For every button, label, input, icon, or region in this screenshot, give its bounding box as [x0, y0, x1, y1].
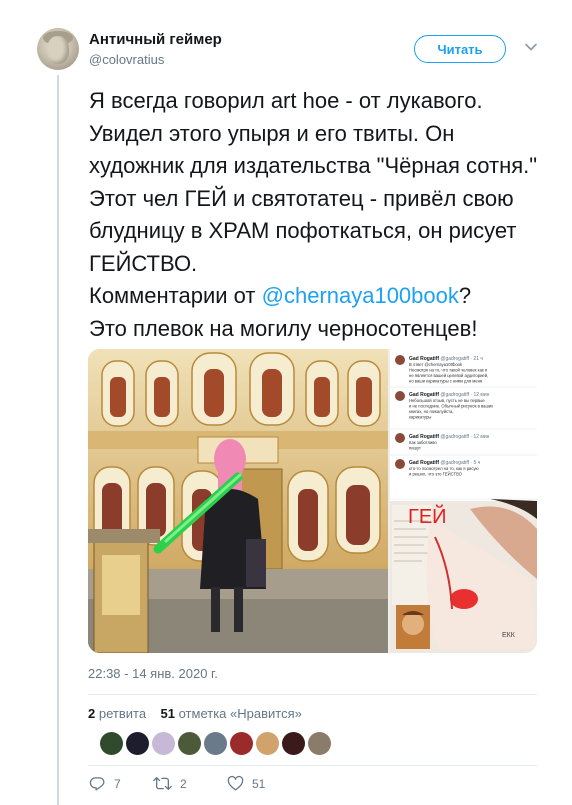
liker-avatar[interactable] — [152, 732, 175, 755]
like-label[interactable]: отметка «Нравится» — [179, 706, 302, 721]
chevron-down-icon[interactable] — [524, 40, 538, 54]
divider — [88, 765, 537, 766]
screenshot-tweet-line: кто-то посмотрел на то, как я рисую — [409, 466, 479, 471]
tweets-screenshot[interactable]: Gad Rogatiff @gadrogatiff · 21 чВ ответ … — [390, 349, 537, 653]
like-action-count: 51 — [252, 776, 266, 791]
liker-avatar[interactable] — [230, 732, 253, 755]
drawing-label: ГЕЙ — [408, 504, 447, 528]
avatar-face — [47, 36, 69, 64]
retweet-count[interactable]: 2 — [88, 706, 95, 721]
retweet-action-count: 2 — [180, 776, 187, 791]
screenshot-avatar — [395, 459, 405, 469]
tweet-stats: 2 ретвита 51 отметка «Нравится» — [88, 706, 302, 721]
follow-button[interactable]: Читать — [414, 35, 506, 63]
reply-icon — [89, 777, 105, 791]
church-photo[interactable] — [88, 349, 388, 653]
reply-count: 7 — [114, 776, 121, 791]
thread-line — [57, 75, 59, 805]
screenshot-avatar — [395, 433, 405, 443]
screenshot-tweet-line: но ваши карикатуры с ними для меня — [409, 379, 482, 384]
screenshot-tweet-line: В ответ @chernaya100book — [409, 362, 463, 367]
screenshot-tweet-line: и не последние. Обычный рисунок в ваших — [409, 404, 494, 409]
liker-avatar[interactable] — [204, 732, 227, 755]
drawing-corner-text: ЕКК — [502, 632, 516, 639]
liker-avatar[interactable] — [282, 732, 305, 755]
screenshot-tweet-line: книгах, но пожалуйста, — [409, 409, 454, 414]
screenshot-tweet-line: карикатуры — [409, 415, 431, 420]
screenshot-tweet-line: и решил, что это ГЕЙСТВО — [409, 472, 463, 477]
heart-icon — [227, 775, 244, 791]
author-name[interactable]: Античный геймер — [89, 31, 222, 48]
screenshot-tweet-line: пишут — [409, 446, 421, 451]
screenshot-avatar — [395, 355, 405, 365]
retweet-button[interactable]: 2 — [153, 775, 227, 792]
tweet-actions: 7 2 51 — [89, 775, 265, 792]
screenshot-avatar — [395, 391, 405, 401]
retweet-label[interactable]: ретвита — [99, 706, 146, 721]
like-button[interactable]: 51 — [227, 775, 265, 792]
avatar[interactable] — [37, 28, 79, 70]
tweet-timestamp[interactable]: 22:38 - 14 янв. 2020 г. — [88, 666, 218, 681]
screenshot-tweet-line: Небольшой отзыв, пусть не вы первые — [409, 398, 485, 403]
retweet-icon — [153, 776, 172, 791]
liker-avatar[interactable] — [178, 732, 201, 755]
screenshot-tweet-line: Как заботливо — [409, 440, 437, 445]
liker-avatar[interactable] — [308, 732, 331, 755]
liker-avatar[interactable] — [256, 732, 279, 755]
likers-avatars — [100, 732, 331, 756]
tweets-screenshot-image: Gad Rogatiff @gadrogatiff · 21 чВ ответ … — [390, 349, 537, 653]
like-count[interactable]: 51 — [161, 706, 175, 721]
tweet-text-part1: Я всегда говорил art hoe - от лукавого. … — [89, 88, 538, 308]
tweet-text: Я всегда говорил art hoe - от лукавого. … — [89, 85, 549, 345]
mention-link[interactable]: @chernaya100book — [262, 283, 459, 308]
tweet-media[interactable]: Gad Rogatiff @gadrogatiff · 21 чВ ответ … — [88, 349, 537, 653]
screenshot-tweet-line: Несмотря на то, что такой человек как я — [409, 368, 487, 373]
author-handle[interactable]: @colovratius — [89, 52, 164, 67]
liker-avatar[interactable] — [100, 732, 123, 755]
reply-button[interactable]: 7 — [89, 775, 153, 792]
divider — [88, 694, 537, 695]
liker-avatar[interactable] — [126, 732, 149, 755]
iconostasis-image — [88, 349, 388, 653]
screenshot-tweet-line: не является вашей целевой аудиторией, — [409, 373, 488, 378]
